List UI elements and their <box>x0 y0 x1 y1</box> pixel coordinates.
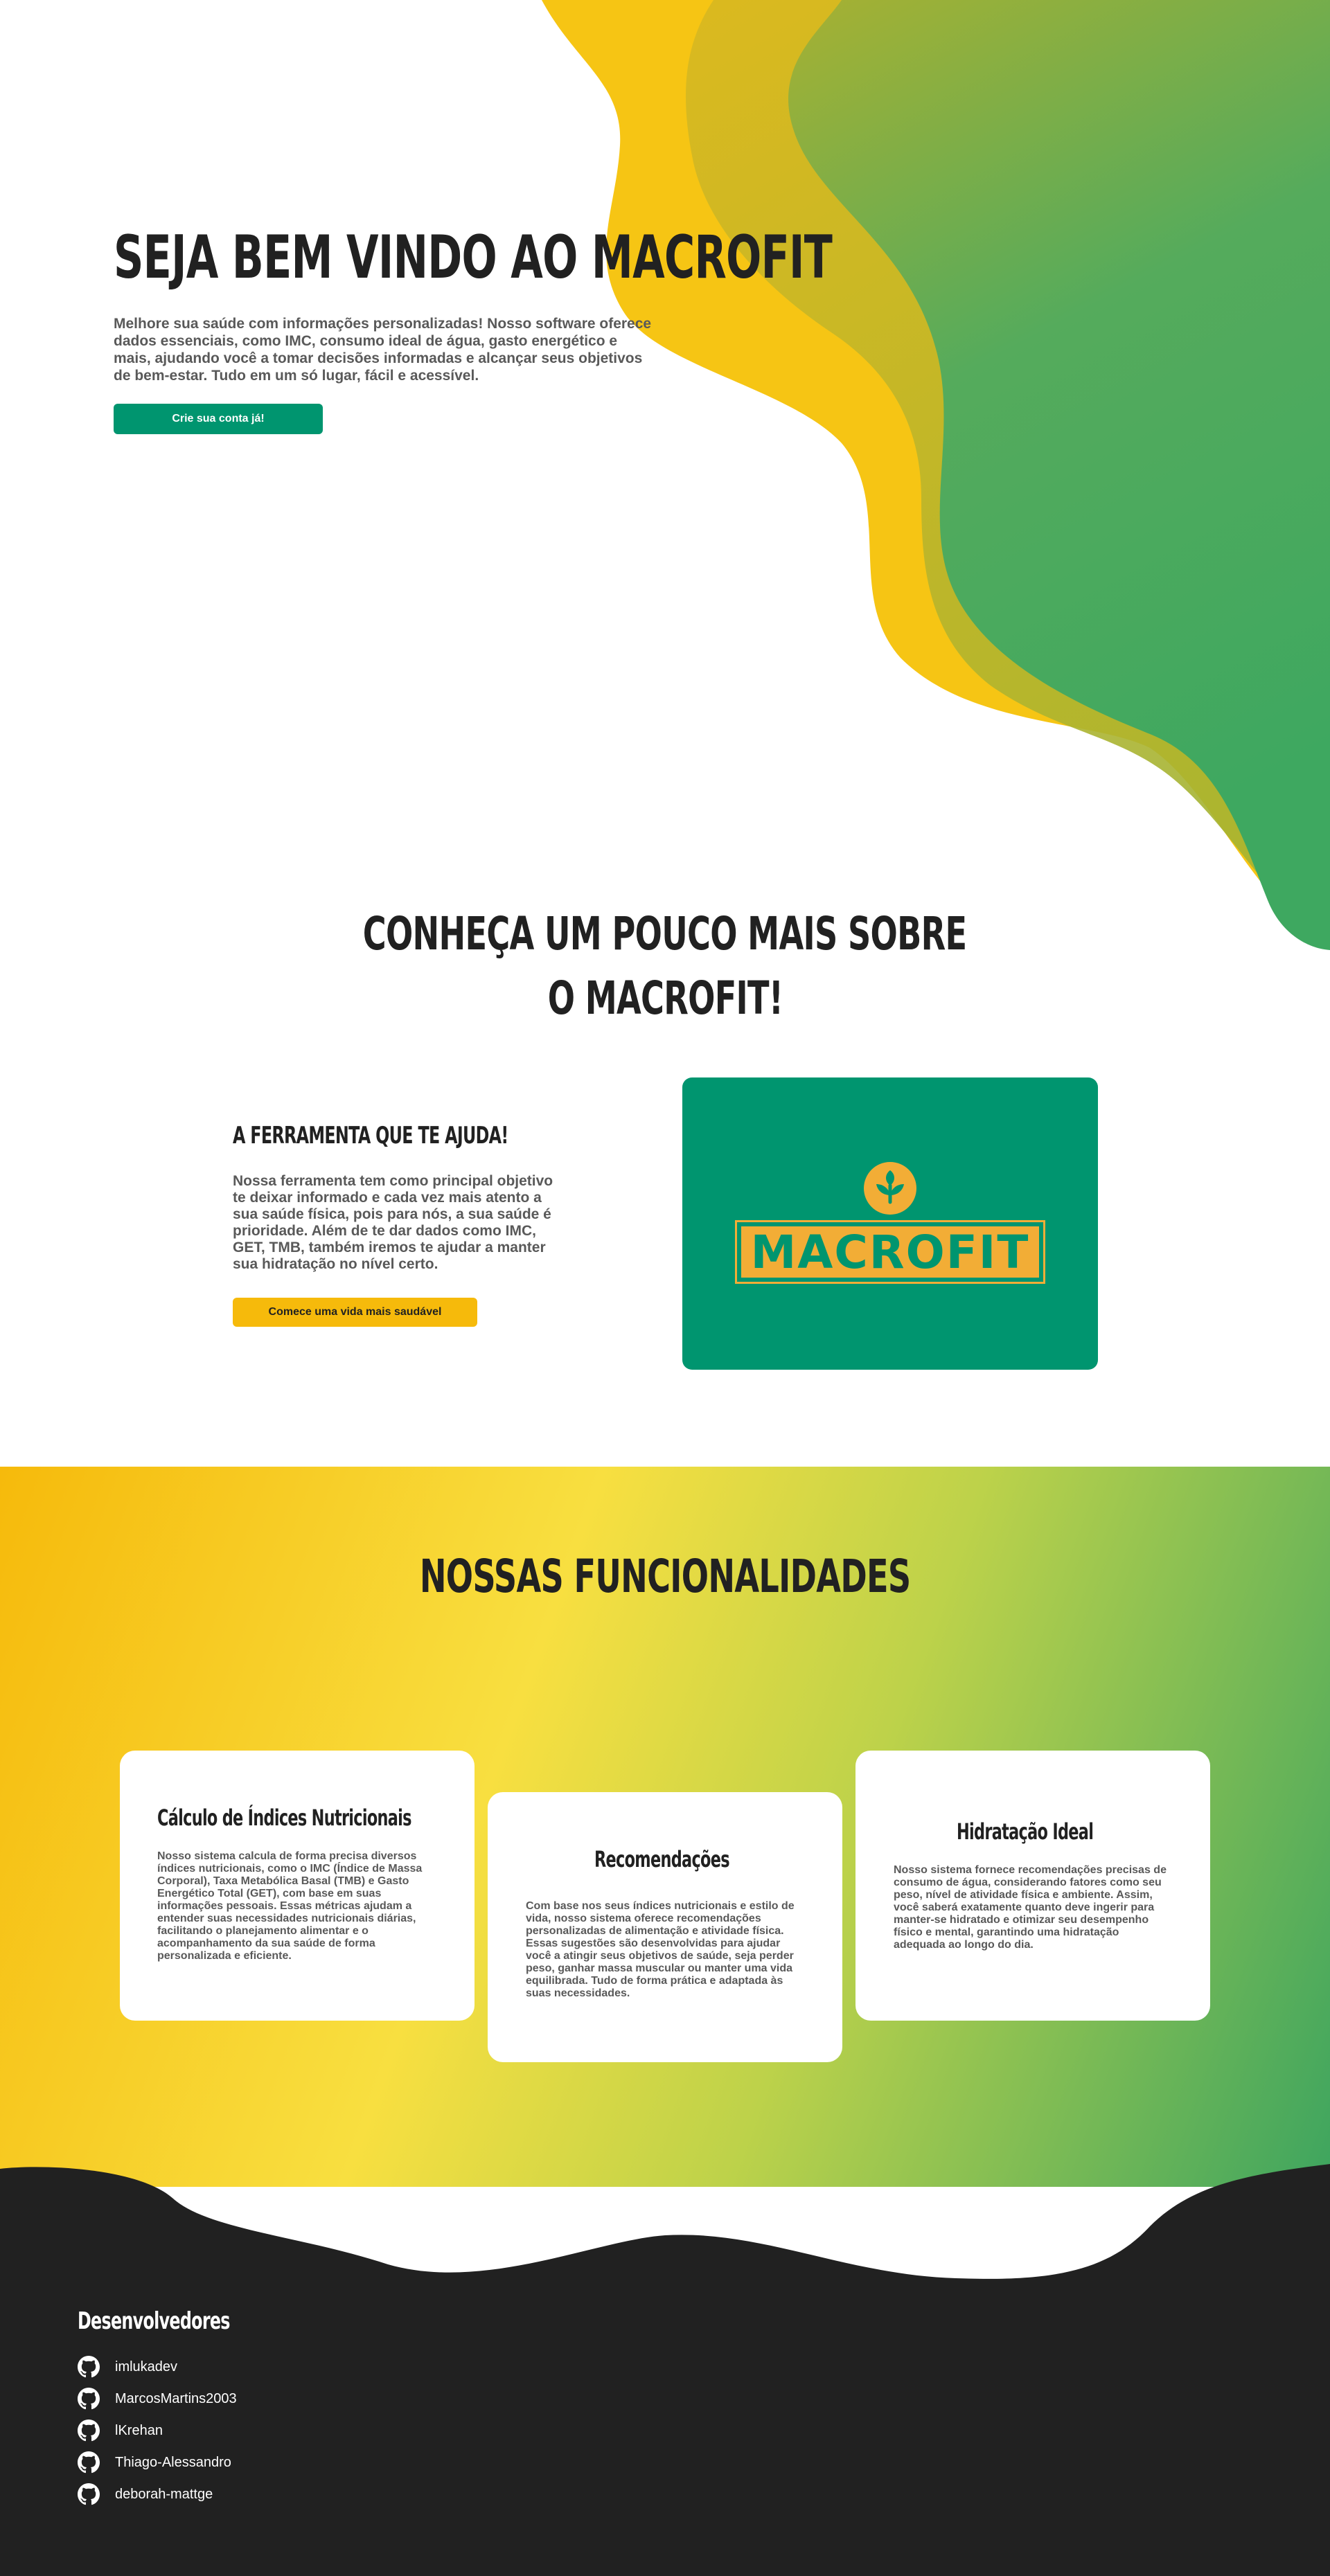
developer-link[interactable]: MarcosMartins2003 <box>115 2391 237 2407</box>
logo-wordmark-frame: MACROFIT <box>735 1220 1045 1284</box>
feature-card-text: Com base nos seus índices nutricionais e… <box>526 1900 795 1999</box>
create-account-button[interactable]: Crie sua conta já! <box>114 404 323 434</box>
features-title: NOSSAS FUNCIONALIDADES <box>0 1550 1330 1603</box>
github-icon <box>78 2483 100 2505</box>
developer-link-row: deborah-mattge <box>78 2483 213 2505</box>
leaf-icon <box>864 1162 916 1215</box>
developers-title: Desenvolvedores <box>78 2307 230 2335</box>
developer-link-row: MarcosMartins2003 <box>78 2388 237 2410</box>
developer-link[interactable]: imlukadev <box>115 2359 177 2375</box>
about-description: Nossa ferramenta tem como principal obje… <box>233 1173 553 1272</box>
about-title-line2: O MACROFIT! <box>547 972 783 1025</box>
github-icon <box>78 2420 100 2442</box>
hero-blob-decoration <box>542 0 1330 950</box>
github-icon <box>78 2388 100 2410</box>
hero-section: SEJA BEM VINDO AO MACROFIT Melhore sua s… <box>0 0 1330 956</box>
feature-card-recommendations: Recomendações Com base nos seus índices … <box>488 1792 842 2062</box>
footer-wave-background <box>0 2164 1330 2576</box>
github-icon <box>78 2356 100 2378</box>
feature-card-hydration: Hidratação Ideal Nosso sistema fornece r… <box>855 1751 1210 2021</box>
developer-link[interactable]: Thiago-Alessandro <box>115 2455 231 2471</box>
developer-link[interactable]: lKrehan <box>115 2423 163 2439</box>
about-title-line1: CONHEÇA UM POUCO MAIS SOBRE <box>363 907 967 960</box>
about-subtitle: A FERRAMENTA QUE TE AJUDA! <box>233 1122 508 1150</box>
feature-card-title: Recomendações <box>594 1846 730 1872</box>
developer-link[interactable]: deborah-mattge <box>115 2487 213 2503</box>
hero-description: Melhore sua saúde com informações person… <box>114 316 652 384</box>
features-section: NOSSAS FUNCIONALIDADES Cálculo de Índice… <box>0 1467 1330 2187</box>
feature-card-title: Hidratação Ideal <box>957 1818 1094 1845</box>
hero-title: SEJA BEM VINDO AO MACROFIT <box>114 223 833 292</box>
feature-card-title: Cálculo de Índices Nutricionais <box>157 1805 411 1831</box>
feature-card-text: Nosso sistema fornece recomendações prec… <box>894 1864 1167 1951</box>
feature-card-nutritional-indices: Cálculo de Índices Nutricionais Nosso si… <box>120 1751 475 2021</box>
logo-wordmark: MACROFIT <box>750 1226 1030 1278</box>
github-icon <box>78 2451 100 2474</box>
footer: Desenvolvedores imlukadev MarcosMartins2… <box>0 2161 1330 2576</box>
features-title-text: NOSSAS FUNCIONALIDADES <box>419 1550 911 1603</box>
developer-link-row: imlukadev <box>78 2356 177 2378</box>
developer-link-row: Thiago-Alessandro <box>78 2451 231 2474</box>
developer-link-row: lKrehan <box>78 2420 163 2442</box>
about-title: CONHEÇA UM POUCO MAIS SOBRE O MACROFIT! <box>0 902 1330 1030</box>
macrofit-logo-card: MACROFIT <box>682 1077 1098 1370</box>
logo-wordmark-bg: MACROFIT <box>741 1226 1039 1278</box>
start-healthier-life-button[interactable]: Comece uma vida mais saudável <box>233 1298 477 1327</box>
feature-card-text: Nosso sistema calcula de forma precisa d… <box>157 1850 423 1962</box>
